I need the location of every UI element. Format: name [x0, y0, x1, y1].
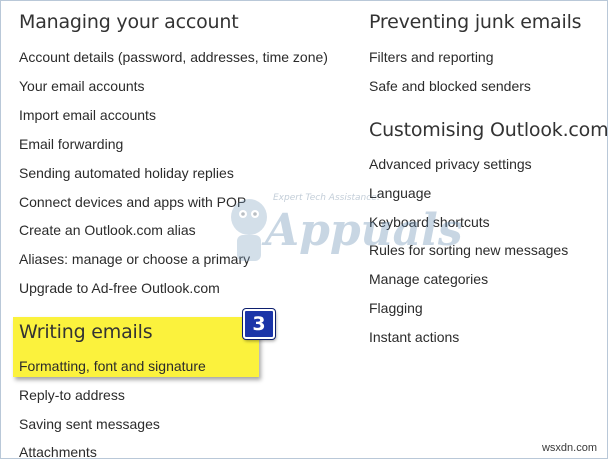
- watermark-tagline: Expert Tech Assistance!: [273, 193, 381, 203]
- link-connect-devices-pop[interactable]: Connect devices and apps with POP: [19, 194, 246, 210]
- link-manage-categories[interactable]: Manage categories: [369, 271, 488, 287]
- link-instant-actions[interactable]: Instant actions: [369, 329, 459, 345]
- link-saving-sent-messages[interactable]: Saving sent messages: [19, 416, 160, 432]
- link-account-details[interactable]: Account details (password, addresses, ti…: [19, 49, 328, 65]
- link-advanced-privacy[interactable]: Advanced privacy settings: [369, 156, 532, 172]
- link-flagging[interactable]: Flagging: [369, 300, 423, 316]
- link-create-alias[interactable]: Create an Outlook.com alias: [19, 222, 196, 238]
- link-attachments[interactable]: Attachments: [19, 444, 97, 458]
- link-filters-reporting[interactable]: Filters and reporting: [369, 49, 494, 65]
- link-automated-holiday-replies[interactable]: Sending automated holiday replies: [19, 165, 234, 181]
- settings-panel: Managing your account Account details (p…: [0, 0, 608, 459]
- heading-managing-your-account: Managing your account: [19, 11, 239, 33]
- heading-writing-emails: Writing emails: [19, 321, 153, 343]
- link-upgrade-ad-free[interactable]: Upgrade to Ad-free Outlook.com: [19, 280, 220, 296]
- link-your-email-accounts[interactable]: Your email accounts: [19, 78, 145, 94]
- step-number-badge: 3: [243, 309, 275, 339]
- link-reply-to-address[interactable]: Reply-to address: [19, 387, 125, 403]
- link-aliases-manage[interactable]: Aliases: manage or choose a primary: [19, 251, 250, 267]
- link-language[interactable]: Language: [369, 185, 431, 201]
- heading-customising-outlook: Customising Outlook.com: [369, 119, 608, 141]
- link-formatting-font-signature[interactable]: Formatting, font and signature: [19, 358, 206, 374]
- link-keyboard-shortcuts[interactable]: Keyboard shortcuts: [369, 214, 490, 230]
- link-email-forwarding[interactable]: Email forwarding: [19, 136, 123, 152]
- link-rules-sorting[interactable]: Rules for sorting new messages: [369, 242, 568, 258]
- heading-preventing-junk: Preventing junk emails: [369, 11, 582, 33]
- link-import-email-accounts[interactable]: Import email accounts: [19, 107, 156, 123]
- site-watermark: wsxdn.com: [541, 442, 597, 454]
- link-safe-blocked-senders[interactable]: Safe and blocked senders: [369, 78, 531, 94]
